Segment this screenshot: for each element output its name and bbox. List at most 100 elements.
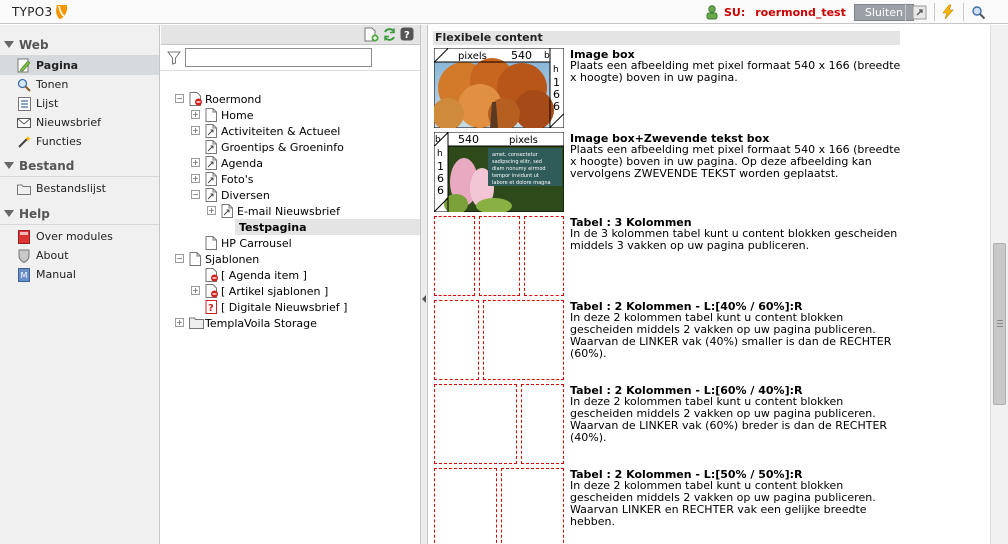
template-image-box[interactable]: pixels 540 b h 1 6 6 Image box Plaats ee… <box>434 48 900 128</box>
new-page-icon[interactable] <box>364 27 379 45</box>
template-description: Plaats een afbeelding met pixel formaat … <box>570 59 901 84</box>
typo3-logo[interactable]: TYPO3 <box>12 4 69 20</box>
manual-icon: M <box>16 267 32 283</box>
module-item-about[interactable]: About <box>0 246 159 265</box>
expand-icon[interactable]: + <box>191 110 200 119</box>
template-2-columns-50-50[interactable]: Tabel : 2 Kolommen - L:[50% / 50%]:R In … <box>434 468 898 544</box>
expand-icon[interactable]: + <box>191 174 200 183</box>
page-shortcut-icon[interactable] <box>205 140 219 154</box>
tree-node-label[interactable]: [ Agenda item ] <box>221 269 307 282</box>
tree-node[interactable]: + Home <box>161 107 420 123</box>
scrollbar-grip-icon <box>997 320 1003 327</box>
page-icon[interactable] <box>205 236 219 250</box>
content-scrollbar[interactable] <box>990 25 1008 544</box>
module-group-web[interactable]: Web <box>0 34 159 56</box>
tree-node[interactable]: ? [ Digitale Nieuwsbrief ] <box>161 299 420 315</box>
tree-node-label[interactable]: Activiteiten & Actueel <box>221 125 340 138</box>
module-item-tonen[interactable]: Tonen <box>0 75 159 94</box>
tree-node[interactable]: + Agenda <box>161 155 420 171</box>
divider <box>963 3 964 21</box>
tree-node[interactable]: + [ Artikel sjablonen ] <box>161 283 420 299</box>
tree-node[interactable]: − Roermond <box>161 91 420 107</box>
tree-node-label[interactable]: Testpagina <box>239 221 307 234</box>
module-item-lijst[interactable]: Lijst <box>0 94 159 113</box>
clear-cache-lightning-icon[interactable] <box>938 2 958 22</box>
page-shortcut-icon[interactable] <box>205 172 219 186</box>
template-2-columns-60-40[interactable]: Tabel : 2 Kolommen - L:[60% / 40%]:R In … <box>434 384 898 464</box>
page-restricted-icon[interactable] <box>189 92 203 106</box>
module-group-bestand[interactable]: Bestand <box>0 155 159 177</box>
tree-node-label[interactable]: TemplaVoila Storage <box>205 317 317 330</box>
module-item-functies[interactable]: Functies <box>0 132 159 151</box>
expand-icon[interactable]: + <box>191 286 200 295</box>
filter-funnel-icon <box>167 51 181 68</box>
tree-node-label[interactable]: Foto's <box>221 173 253 186</box>
tree-node[interactable]: + Foto's <box>161 171 420 187</box>
refresh-icon[interactable] <box>382 27 397 45</box>
template-image-box-floating-text[interactable]: amet, consectetur sadipscing elitr, sed … <box>434 132 900 212</box>
folder-icon[interactable] <box>189 316 204 330</box>
help-icon[interactable]: ? <box>400 27 415 45</box>
tree-node-label[interactable]: Roermond <box>205 93 261 106</box>
tree-filter-input[interactable] <box>185 48 372 67</box>
page-shortcut-icon[interactable] <box>205 188 219 202</box>
tree-node-label[interactable]: Groentips & Groeninfo <box>221 141 344 154</box>
content-panel: Flexibele content pixels 540 b h 1 6 6 I… <box>428 25 990 544</box>
expand-icon[interactable]: + <box>191 126 200 135</box>
user-icon <box>706 5 718 20</box>
tree-node-label[interactable]: Home <box>221 109 253 122</box>
collapse-arrow-icon[interactable] <box>422 295 426 303</box>
page-icon[interactable] <box>189 252 203 266</box>
expand-icon[interactable]: + <box>175 318 184 327</box>
module-item-over-modules[interactable]: Over modules <box>0 227 159 246</box>
module-item-nieuwsbrief[interactable]: Nieuwsbrief <box>0 113 159 132</box>
list-icon <box>16 96 32 112</box>
page-shortcut-icon[interactable] <box>205 156 219 170</box>
template-2-columns-40-60[interactable]: Tabel : 2 Kolommen - L:[40% / 60%]:R In … <box>434 300 898 380</box>
module-item-label: Nieuwsbrief <box>36 116 101 129</box>
page-icon[interactable] <box>205 108 219 122</box>
tree-node-label[interactable]: E-mail Nieuwsbrief <box>237 205 340 218</box>
tree-node[interactable]: + Activiteiten & Actueel <box>161 123 420 139</box>
module-item-bestandslijst[interactable]: Bestandslijst <box>0 179 159 198</box>
tree-node-label[interactable]: Agenda <box>221 157 263 170</box>
scrollbar-thumb[interactable] <box>993 243 1006 405</box>
tree-node[interactable]: − Sjablonen <box>161 251 420 267</box>
tree-node-label[interactable]: [ Artikel sjablonen ] <box>221 285 328 298</box>
tree-node[interactable]: [ Agenda item ] <box>161 267 420 283</box>
svg-text:sadipscing elitr, sed: sadipscing elitr, sed <box>492 159 542 165</box>
tree-node-label[interactable]: Diversen <box>221 189 270 202</box>
tree-node-label[interactable]: Sjablonen <box>205 253 259 266</box>
tree-node-label[interactable]: [ Digitale Nieuwsbrief ] <box>221 301 347 314</box>
page-restricted-icon[interactable] <box>205 268 219 282</box>
tree-node[interactable]: + E-mail Nieuwsbrief <box>161 203 420 219</box>
open-new-window-icon[interactable] <box>909 2 929 22</box>
expand-icon[interactable]: + <box>207 206 216 215</box>
expand-icon[interactable]: + <box>191 158 200 167</box>
svg-text:tempor invidunt ut: tempor invidunt ut <box>492 173 539 179</box>
search-icon[interactable] <box>968 2 988 22</box>
tree-node[interactable]: + TemplaVoila Storage <box>161 315 420 331</box>
tree-node-label[interactable]: HP Carrousel <box>221 237 292 250</box>
folder-icon <box>16 181 32 197</box>
tree-node[interactable]: Testpagina <box>235 219 420 235</box>
module-item-pagina[interactable]: Pagina <box>0 56 159 75</box>
page-unknown-icon[interactable]: ? <box>205 300 219 314</box>
module-group-help[interactable]: Help <box>0 203 159 225</box>
template-3-columns[interactable]: Tabel : 3 Kolommen In de 3 kolommen tabe… <box>434 216 898 296</box>
svg-text:M: M <box>21 271 28 280</box>
collapse-icon[interactable]: − <box>175 94 184 103</box>
page-shortcut-icon[interactable] <box>221 204 235 218</box>
collapse-icon[interactable]: − <box>175 254 184 263</box>
page-icon[interactable] <box>221 220 235 234</box>
tree-node[interactable]: Groentips & Groeninfo <box>161 139 420 155</box>
tree-node[interactable]: − Diversen <box>161 187 420 203</box>
username: roermond_test <box>755 5 846 19</box>
column-box <box>483 300 564 380</box>
page-shortcut-icon[interactable] <box>205 124 219 138</box>
tree-node[interactable]: HP Carrousel <box>161 235 420 251</box>
page-restricted-icon[interactable] <box>205 284 219 298</box>
collapse-icon[interactable]: − <box>191 190 200 199</box>
module-item-manual[interactable]: M Manual <box>0 265 159 284</box>
panel-splitter[interactable] <box>420 25 428 544</box>
